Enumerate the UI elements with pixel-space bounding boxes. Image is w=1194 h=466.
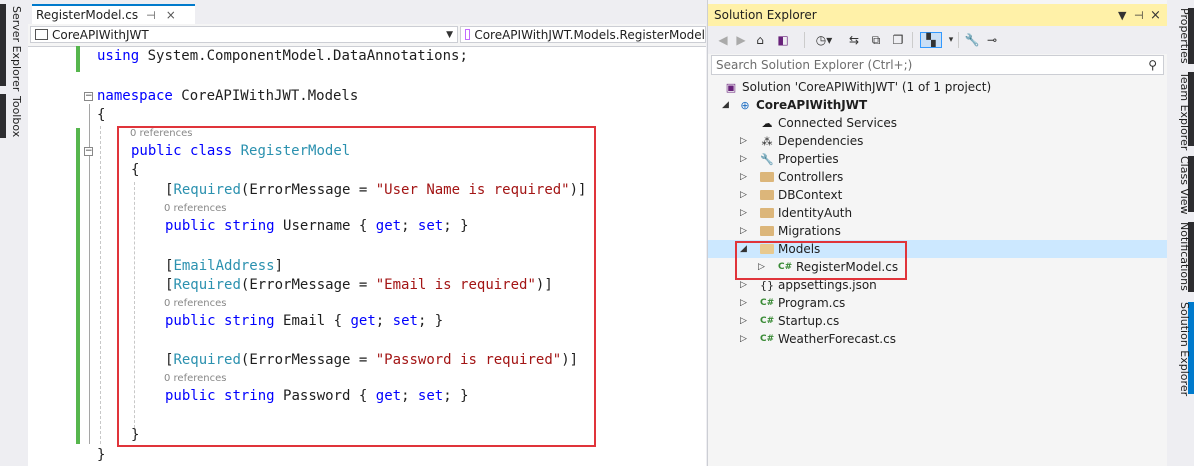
folder-icon bbox=[760, 172, 774, 182]
show-all-files-icon[interactable]: ❐ bbox=[890, 32, 906, 48]
navigation-bar: CoreAPIWithJWT ▼ CoreAPIWithJWT.Models.R… bbox=[28, 24, 706, 47]
csharp-file-icon: C# bbox=[760, 298, 775, 308]
sync-icon[interactable]: ⇆ bbox=[846, 32, 862, 48]
dropdown-arrow-icon: ▼ bbox=[446, 29, 453, 40]
change-marker bbox=[76, 46, 80, 72]
collapsed-arrow-icon[interactable]: ▷ bbox=[740, 154, 747, 164]
window-position-icon[interactable]: ▼ bbox=[1118, 9, 1126, 22]
pending-changes-filter-icon[interactable]: ◷▾ bbox=[812, 32, 836, 48]
collapsed-arrow-icon[interactable]: ▷ bbox=[740, 226, 747, 236]
code-line-brace: } bbox=[97, 447, 106, 463]
class-view-tab[interactable]: Class View bbox=[1171, 156, 1191, 215]
collapse-class-icon[interactable]: − bbox=[84, 147, 93, 156]
back-icon[interactable]: ◀ bbox=[716, 32, 730, 48]
team-explorer-tab[interactable]: Team Explorer bbox=[1171, 72, 1191, 150]
highlight-box-models bbox=[735, 241, 907, 280]
project-dropdown[interactable]: CoreAPIWithJWT ▼ bbox=[30, 26, 458, 43]
collapsed-arrow-icon[interactable]: ▷ bbox=[740, 298, 747, 308]
tree-item-controllers[interactable]: ▷ Controllers bbox=[740, 168, 843, 186]
highlight-box-class bbox=[117, 126, 596, 447]
toolbar-separator bbox=[804, 32, 805, 48]
tree-item-weatherforecast[interactable]: ▷ C# WeatherForecast.cs bbox=[740, 330, 896, 348]
properties-wrench-icon: 🔧 bbox=[760, 152, 774, 166]
search-icon[interactable]: ⚲ bbox=[1148, 58, 1157, 72]
toolbar-separator bbox=[958, 32, 959, 48]
expanded-arrow-icon[interactable]: ◢ bbox=[722, 100, 729, 110]
collapsed-arrow-icon[interactable]: ▷ bbox=[740, 172, 747, 182]
tree-item-connected-services[interactable]: ☁ Connected Services bbox=[760, 114, 898, 132]
folder-icon bbox=[760, 226, 774, 236]
rail-divider bbox=[0, 4, 6, 86]
close-icon[interactable]: × bbox=[1150, 8, 1161, 23]
code-area[interactable]: − − using System.ComponentModel.DataAnno… bbox=[28, 46, 706, 466]
toolbar-separator bbox=[912, 32, 913, 48]
collapse-all-icon[interactable]: ⧉ bbox=[868, 32, 884, 48]
code-line-brace: { bbox=[97, 107, 106, 123]
switch-views-icon[interactable]: ◧ bbox=[772, 32, 794, 48]
collapsed-arrow-icon[interactable]: ▷ bbox=[740, 136, 747, 146]
tree-item-dependencies[interactable]: ▷ ⁂ Dependencies bbox=[740, 132, 863, 150]
collapsed-arrow-icon[interactable]: ▷ bbox=[740, 190, 747, 200]
minimize-icon[interactable]: ⊸ bbox=[984, 32, 1000, 48]
collapsed-arrow-icon[interactable]: ▷ bbox=[740, 334, 747, 344]
close-icon[interactable]: × bbox=[166, 8, 176, 22]
type-dropdown-value: CoreAPIWithJWT.Models.RegisterModel bbox=[474, 27, 705, 42]
solution-explorer-title-bar: Solution Explorer ▼ ⊣ × bbox=[708, 4, 1167, 26]
pin-icon[interactable]: ⊣ bbox=[1134, 9, 1144, 22]
indent-guide bbox=[100, 126, 101, 444]
search-placeholder: Search Solution Explorer (Ctrl+;) bbox=[716, 58, 913, 72]
document-tab-registermodel[interactable]: RegisterModel.cs ⊣ × bbox=[32, 4, 195, 24]
tree-item-properties[interactable]: ▷ 🔧 Properties bbox=[740, 150, 839, 168]
collapsed-arrow-icon[interactable]: ▷ bbox=[740, 208, 747, 218]
tree-item-solution[interactable]: ▣ Solution 'CoreAPIWithJWT' (1 of 1 proje… bbox=[724, 78, 991, 96]
class-icon bbox=[465, 29, 471, 40]
solution-explorer-search[interactable]: Search Solution Explorer (Ctrl+;) ⚲ bbox=[711, 55, 1164, 75]
tree-item-startup[interactable]: ▷ C# Startup.cs bbox=[740, 312, 839, 330]
left-tool-rail: Server Explorer Toolbox bbox=[0, 0, 28, 466]
json-file-icon: {} bbox=[760, 278, 774, 292]
tree-item-project[interactable]: ◢ ⊕ CoreAPIWithJWT bbox=[722, 96, 867, 114]
collapse-namespace-icon[interactable]: − bbox=[84, 92, 93, 101]
preview-selected-items-icon[interactable]: ▚ bbox=[920, 32, 942, 48]
rail-divider bbox=[0, 94, 6, 138]
tree-item-program[interactable]: ▷ C# Program.cs bbox=[740, 294, 845, 312]
dependencies-icon: ⁂ bbox=[761, 134, 773, 148]
properties-tab[interactable]: Properties bbox=[1171, 8, 1191, 64]
code-line-using: using System.ComponentModel.DataAnnotati… bbox=[97, 48, 468, 64]
solution-icon: ▣ bbox=[725, 80, 737, 94]
solution-explorer-toolbar: ◀ ▶ ⌂ ◧ ◷▾ ⇆ ⧉ ❐ ▚ ▾ 🔧 ⊸ bbox=[708, 26, 1167, 54]
notifications-tab[interactable]: Notifications bbox=[1171, 222, 1191, 291]
collapsed-arrow-icon[interactable]: ▷ bbox=[740, 280, 747, 290]
server-explorer-tab[interactable]: Server Explorer bbox=[10, 6, 23, 91]
csharp-project-icon bbox=[35, 29, 48, 40]
folder-icon bbox=[760, 208, 774, 218]
pin-icon[interactable]: ⊣ bbox=[146, 9, 156, 22]
properties-wrench-icon[interactable]: 🔧 bbox=[964, 32, 980, 48]
folder-icon bbox=[760, 190, 774, 200]
connected-services-icon: ☁ bbox=[761, 116, 773, 130]
home-icon[interactable]: ⌂ bbox=[752, 32, 768, 48]
tree-item-identityauth[interactable]: ▷ IdentityAuth bbox=[740, 204, 852, 222]
solution-explorer-panel: Solution Explorer ▼ ⊣ × ◀ ▶ ⌂ ◧ ◷▾ ⇆ ⧉ ❐… bbox=[707, 0, 1167, 466]
collapsed-arrow-icon[interactable]: ▷ bbox=[740, 316, 747, 326]
web-project-icon: ⊕ bbox=[740, 98, 750, 112]
csharp-file-icon: C# bbox=[760, 334, 775, 344]
tree-item-migrations[interactable]: ▷ Migrations bbox=[740, 222, 841, 240]
tree-item-dbcontext[interactable]: ▷ DBContext bbox=[740, 186, 842, 204]
right-tool-rail: Properties Team Explorer Class View Noti… bbox=[1167, 0, 1194, 466]
dropdown-arrow-icon[interactable]: ▾ bbox=[946, 32, 956, 48]
panel-title: Solution Explorer bbox=[714, 8, 817, 22]
change-marker bbox=[76, 128, 80, 444]
forward-icon[interactable]: ▶ bbox=[734, 32, 748, 48]
toolbox-tab[interactable]: Toolbox bbox=[10, 96, 23, 137]
document-tab-label: RegisterModel.cs bbox=[36, 8, 139, 22]
project-dropdown-value: CoreAPIWithJWT bbox=[52, 27, 149, 42]
solution-explorer-tab[interactable]: Solution Explorer bbox=[1171, 302, 1191, 396]
document-tab-bar: RegisterModel.cs ⊣ × bbox=[28, 0, 706, 24]
csharp-file-icon: C# bbox=[760, 316, 775, 326]
code-line-namespace: namespace CoreAPIWithJWT.Models bbox=[97, 88, 359, 104]
code-editor: RegisterModel.cs ⊣ × CoreAPIWithJWT ▼ Co… bbox=[28, 0, 706, 466]
type-dropdown[interactable]: CoreAPIWithJWT.Models.RegisterModel bbox=[460, 26, 706, 43]
